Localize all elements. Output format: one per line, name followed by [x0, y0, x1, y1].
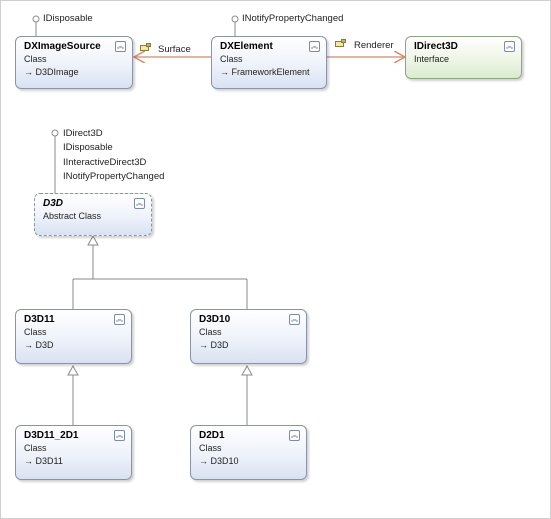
base-class: → D3DImage — [24, 67, 79, 77]
property-icon — [140, 43, 151, 51]
class-title: D3D — [43, 198, 64, 209]
class-kind: Class — [24, 54, 47, 64]
inheritance-to-d3d — [72, 234, 248, 309]
class-title: D2D1 — [199, 430, 225, 441]
base-class-name: D3D10 — [210, 456, 239, 466]
class-title: D3D11_2D1 — [24, 430, 79, 441]
lollipop-dximagesource — [32, 15, 40, 36]
chevron-collapse-icon[interactable]: ︽ — [309, 41, 320, 52]
chevron-collapse-icon[interactable]: ︽ — [115, 41, 126, 52]
interface-label: IDirect3D — [63, 128, 103, 139]
class-kind: Abstract Class — [43, 211, 102, 221]
base-class: → D3D10 — [199, 456, 239, 466]
base-class-name: D3D — [35, 340, 54, 350]
chevron-collapse-icon[interactable]: ︽ — [134, 198, 145, 209]
chevron-collapse-icon[interactable]: ︽ — [289, 314, 300, 325]
interface-box-idirect3d[interactable]: IDirect3D Interface ︽ — [405, 36, 522, 79]
renderer-association-label: Renderer — [354, 40, 394, 51]
lollipop-d3d — [51, 129, 59, 193]
interface-label: IDisposable — [43, 13, 93, 24]
interface-label: INotifyPropertyChanged — [242, 13, 344, 24]
class-box-d3d10[interactable]: D3D10 Class → D3D ︽ — [190, 309, 307, 364]
class-title: DXElement — [220, 41, 273, 52]
class-box-d3d11[interactable]: D3D11 Class → D3D ︽ — [15, 309, 132, 364]
interface-title: IDirect3D — [414, 41, 458, 52]
class-kind: Class — [199, 443, 222, 453]
base-class-name: D3DImage — [35, 67, 79, 77]
interface-label: INotifyPropertyChanged — [63, 171, 165, 182]
class-box-dximagesource[interactable]: DXImageSource Class → D3DImage ︽ — [15, 36, 133, 89]
base-class-name: FrameworkElement — [231, 67, 310, 77]
class-title: D3D10 — [199, 314, 231, 325]
class-box-d3d11-2d1[interactable]: D3D11_2D1 Class → D3D11 ︽ — [15, 425, 132, 480]
class-kind: Class — [24, 327, 47, 337]
class-kind: Class — [220, 54, 243, 64]
class-box-d3d[interactable]: D3D Abstract Class ︽ — [34, 193, 152, 236]
chevron-collapse-icon[interactable]: ︽ — [504, 41, 515, 52]
interface-kind: Interface — [414, 54, 450, 64]
surface-association-label: Surface — [158, 44, 191, 55]
class-box-d2d1[interactable]: D2D1 Class → D3D10 ︽ — [190, 425, 307, 480]
base-class: → D3D — [24, 340, 54, 350]
chevron-collapse-icon[interactable]: ︽ — [114, 430, 125, 441]
class-box-dxelement[interactable]: DXElement Class → FrameworkElement ︽ — [211, 36, 327, 89]
base-class: → FrameworkElement — [220, 67, 310, 77]
base-class-name: D3D11 — [35, 456, 63, 466]
class-kind: Class — [24, 443, 47, 453]
class-title: D3D11 — [24, 314, 55, 325]
chevron-collapse-icon[interactable]: ︽ — [114, 314, 125, 325]
class-title: DXImageSource — [24, 41, 101, 52]
chevron-collapse-icon[interactable]: ︽ — [289, 430, 300, 441]
inheritance-to-d3d10 — [241, 364, 253, 425]
base-class: → D3D — [199, 340, 229, 350]
lollipop-dxelement — [231, 15, 239, 36]
interface-label: IInteractiveDirect3D — [63, 157, 147, 168]
interface-label: IDisposable — [63, 142, 113, 153]
base-class: → D3D11 — [24, 456, 63, 466]
class-kind: Class — [199, 327, 222, 337]
inheritance-to-d3d11 — [67, 364, 79, 425]
property-icon — [335, 39, 346, 47]
base-class-name: D3D — [210, 340, 229, 350]
